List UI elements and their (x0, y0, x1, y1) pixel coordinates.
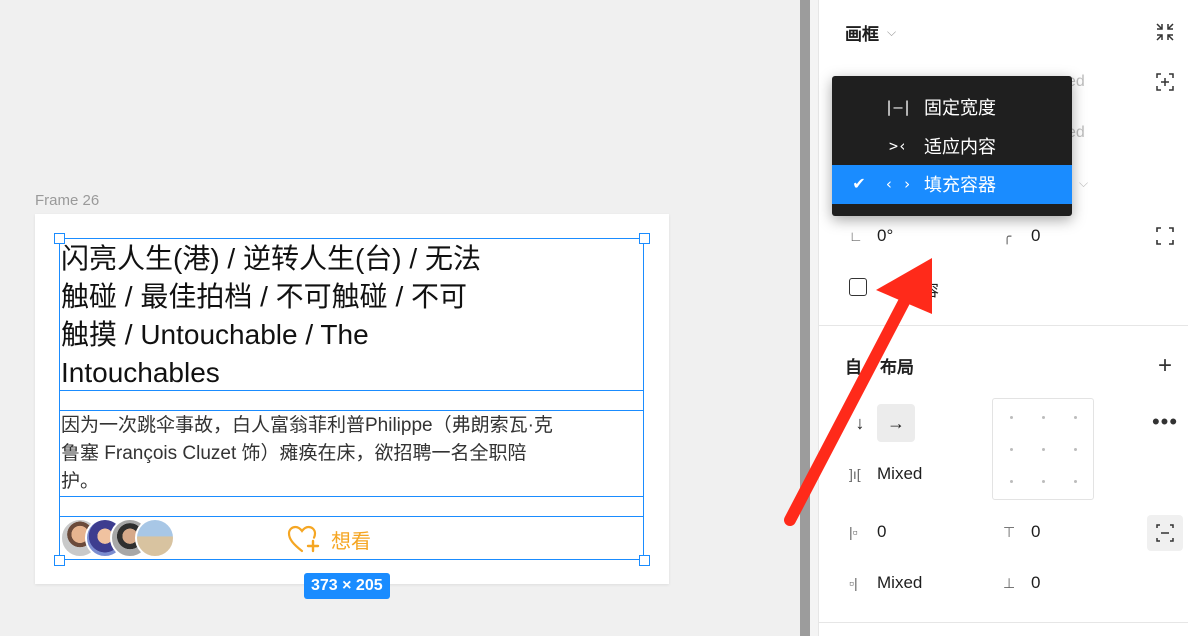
individual-padding-icon[interactable] (1147, 515, 1183, 551)
rotation-field[interactable]: ∟ 0° (849, 226, 893, 246)
menu-item-hug-contents[interactable]: >‹ 适应内容 (832, 127, 1072, 166)
resizing-dropdown-menu[interactable]: |—| 固定宽度 >‹ 适应内容 ✔ ‹ › 填充容器 (832, 76, 1072, 216)
padding-left-icon: |▫ (849, 524, 858, 540)
padding-right-field[interactable]: ▫| Mixed (849, 573, 922, 593)
fill-container-icon: ‹ › (884, 175, 912, 194)
padding-top-field[interactable]: ⊤ 0 (1003, 522, 1040, 542)
frame-section-header[interactable]: 画框 ⌵ (845, 20, 896, 45)
hug-contents-icon: >‹ (888, 136, 908, 155)
add-frame-icon[interactable] (1153, 70, 1177, 94)
alignment-grid[interactable] (992, 398, 1094, 500)
clip-content-text: 内容 (907, 283, 940, 300)
padding-top-icon: ⊤ (1003, 523, 1016, 540)
rotation-value: 0° (877, 226, 894, 245)
resize-handle-bottom-left[interactable] (54, 555, 65, 566)
design-canvas[interactable]: Frame 26 闪亮人生(港) / 逆转人生(台) / 无法 触碰 / 最佳拍… (0, 0, 800, 636)
resize-handle-top-left[interactable] (54, 233, 65, 244)
size-badge: 373 × 205 (304, 573, 390, 599)
menu-item-fixed-width[interactable]: |—| 固定宽度 (832, 88, 1072, 127)
section-divider (819, 325, 1188, 326)
menu-item-label: 固定宽度 (924, 98, 996, 119)
padding-left-field[interactable]: |▫ 0 (849, 522, 886, 542)
auto-layout-title-part: 布局 (880, 358, 914, 377)
chevron-down-icon: ⌵ (1079, 176, 1089, 190)
corner-radius-value: 0 (1031, 226, 1041, 245)
fixed-width-icon: |—| (884, 98, 912, 117)
panel-resize-divider[interactable] (800, 0, 810, 636)
clip-content-label: 内容 (907, 277, 939, 301)
selection-box[interactable] (59, 238, 644, 560)
resize-handle-bottom-right[interactable] (639, 555, 650, 566)
frame-label[interactable]: Frame 26 (35, 192, 99, 209)
corner-radius-icon: ╭ (1003, 227, 1012, 244)
independent-corners-icon[interactable] (1153, 224, 1177, 248)
add-icon[interactable]: + (1153, 352, 1177, 379)
resize-handle-top-right[interactable] (639, 233, 650, 244)
menu-item-fill-container[interactable]: ✔ ‹ › 填充容器 (832, 165, 1072, 204)
frame-section-title: 画框 (845, 25, 879, 44)
padding-bottom-field[interactable]: ⊥ 0 (1003, 573, 1040, 593)
menu-item-label: 适应内容 (924, 136, 996, 157)
padding-bottom-value: 0 (1031, 573, 1041, 592)
check-icon: ✔ (852, 176, 866, 194)
menu-item-label: 填充容器 (924, 175, 996, 196)
horizontal-direction-button[interactable]: → (877, 404, 915, 442)
corner-radius-field[interactable]: ╭ 0 (1003, 226, 1040, 246)
spacing-icon: ]ı[ (849, 466, 861, 482)
padding-right-icon: ▫| (849, 575, 858, 591)
angle-icon: ∟ (849, 228, 863, 244)
padding-left-value: 0 (877, 522, 887, 541)
chevron-down-icon: ⌵ (887, 25, 897, 39)
section-divider (819, 622, 1188, 623)
collapse-icon[interactable] (1153, 20, 1177, 44)
panel-gutter (810, 0, 818, 636)
spacing-field[interactable]: ]ı[ Mixed (849, 464, 922, 484)
clip-content-checkbox[interactable] (849, 278, 867, 296)
auto-layout-title-part: 自 (845, 358, 862, 377)
padding-bottom-icon: ⊥ (1003, 574, 1016, 591)
auto-layout-title: 自布局 (845, 353, 914, 378)
padding-right-value: Mixed (877, 573, 923, 592)
padding-top-value: 0 (1031, 522, 1041, 541)
more-options-icon[interactable]: ••• (1151, 409, 1179, 434)
vertical-direction-button[interactable]: ↓ (841, 404, 879, 442)
spacing-value: Mixed (877, 464, 923, 483)
